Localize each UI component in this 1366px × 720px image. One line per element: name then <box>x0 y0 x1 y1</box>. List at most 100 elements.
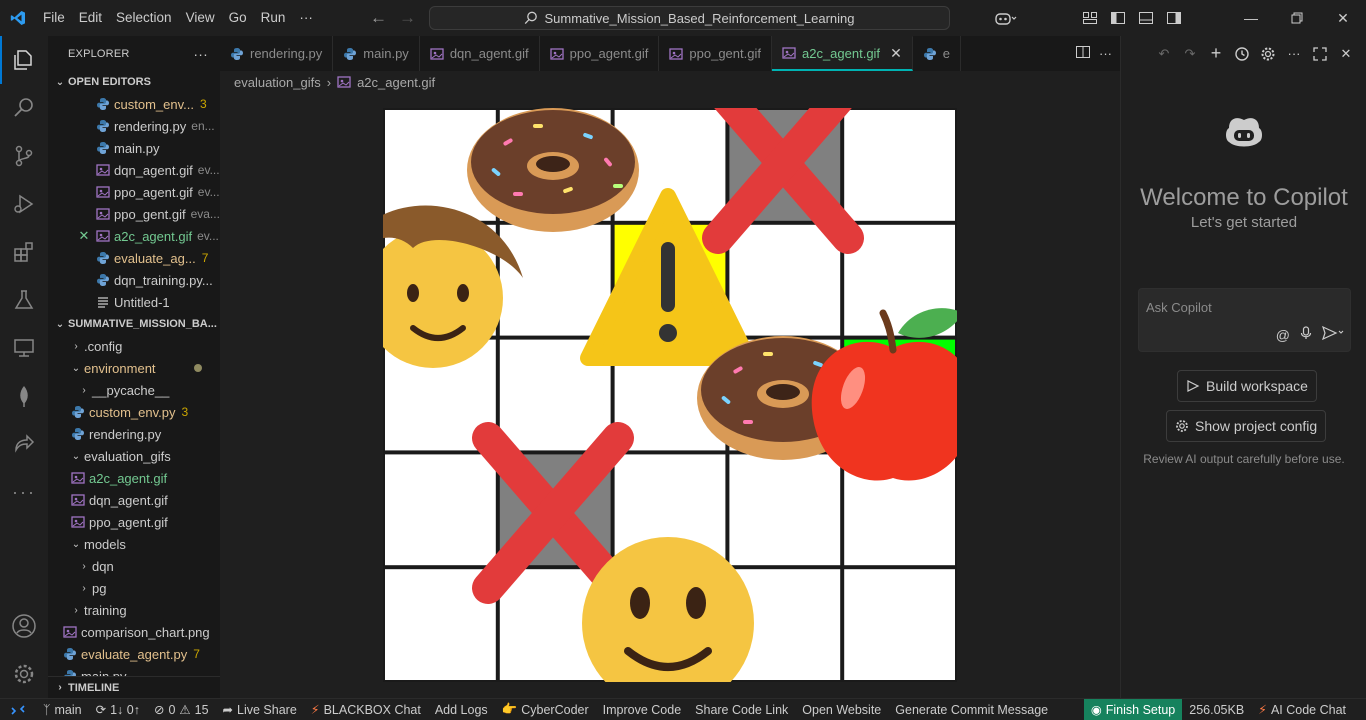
mention-at-icon[interactable]: @ <box>1276 327 1290 343</box>
open-editor-item[interactable]: dqn_agent.gif ev... <box>48 159 220 181</box>
live-share-item[interactable]: ➦ Live Share <box>216 699 304 720</box>
close-tab-icon[interactable]: ✕ <box>890 45 902 62</box>
menu-more[interactable]: ··· <box>292 0 320 36</box>
split-editor-icon[interactable] <box>1075 44 1091 63</box>
explorer-icon[interactable] <box>0 36 48 84</box>
blackbox-chat-item[interactable]: ⚡ BLACKBOX Chat <box>304 699 428 720</box>
testing-flask-icon[interactable] <box>0 276 48 324</box>
file-item[interactable]: comparison_chart.png <box>48 621 220 643</box>
editor-tab[interactable]: ppo_gent.gif <box>659 36 772 71</box>
toggle-secondary-sidebar-icon[interactable] <box>1160 0 1188 36</box>
editor-tab[interactable]: a2c_agent.gif ✕ <box>771 36 913 71</box>
git-branch-item[interactable]: ᛉ main <box>36 699 89 720</box>
send-icon[interactable] <box>1321 325 1344 343</box>
show-project-config-button[interactable]: Show project config <box>1166 410 1327 442</box>
improve-code-item[interactable]: Improve Code <box>596 699 689 720</box>
build-workspace-button[interactable]: Build workspace <box>1177 370 1317 402</box>
project-header[interactable]: ⌄ SUMMATIVE_MISSION_BA... <box>48 313 220 335</box>
menu-run[interactable]: Run <box>254 0 293 36</box>
new-chat-plus-icon[interactable]: + <box>1206 43 1226 64</box>
cybercoder-item[interactable]: 👉 CyberCoder <box>495 699 596 720</box>
open-editor-item[interactable]: custom_env... 3 <box>48 93 220 115</box>
folder-item[interactable]: ⌄ evaluation_gifs <box>48 445 220 467</box>
ask-copilot-input[interactable]: Ask Copilot @ <box>1138 288 1351 352</box>
mongodb-leaf-icon[interactable] <box>0 372 48 420</box>
redo-icon[interactable]: ↷ <box>1180 44 1200 64</box>
open-editor-item[interactable]: main.py <box>48 137 220 159</box>
toggle-sidebar-icon[interactable] <box>1104 0 1132 36</box>
open-editor-item[interactable]: rendering.py en... <box>48 115 220 137</box>
editor-tab[interactable]: rendering.py <box>220 36 334 71</box>
remote-indicator-icon[interactable] <box>0 699 36 720</box>
close-icon[interactable]: ✕ <box>76 228 92 244</box>
sync-item[interactable]: ⟳ 1↓ 0↑ <box>89 699 147 720</box>
editor-tab[interactable]: e <box>913 36 962 71</box>
a2c-agent-gif-preview[interactable] <box>383 108 957 682</box>
open-editor-item[interactable]: dqn_training.py... <box>48 269 220 291</box>
customize-layout-icon[interactable] <box>1076 0 1104 36</box>
breadcrumb-file[interactable]: a2c_agent.gif <box>357 75 435 90</box>
finish-setup-button[interactable]: ◉ Finish Setup <box>1083 698 1183 720</box>
toggle-panel-icon[interactable] <box>1132 0 1160 36</box>
open-editor-item[interactable]: Untitled-1 <box>48 291 220 313</box>
open-website-item[interactable]: Open Website <box>795 699 888 720</box>
file-item[interactable]: rendering.py <box>48 423 220 445</box>
command-center-search[interactable]: Summative_Mission_Based_Reinforcement_Le… <box>429 6 950 30</box>
editor-tab[interactable]: dqn_agent.gif <box>420 36 540 71</box>
live-share-icon[interactable] <box>0 420 48 468</box>
microphone-icon[interactable] <box>1300 326 1312 343</box>
open-editor-item[interactable]: ppo_gent.gif eva... <box>48 203 220 225</box>
editor-tab[interactable]: ppo_agent.gif <box>540 36 660 71</box>
explorer-more-icon[interactable]: ··· <box>193 46 208 62</box>
maximize-icon[interactable] <box>1310 44 1330 64</box>
ai-code-chat-item[interactable]: ⚡ AI Code Chat <box>1251 699 1366 720</box>
open-editor-item[interactable]: ppo_agent.gif ev... <box>48 181 220 203</box>
file-item[interactable]: custom_env.py 3 <box>48 401 220 423</box>
back-arrow-icon[interactable]: ← <box>370 8 387 28</box>
source-control-icon[interactable] <box>0 132 48 180</box>
file-item[interactable]: evaluate_agent.py 7 <box>48 643 220 665</box>
timeline-header[interactable]: › TIMELINE <box>48 676 220 698</box>
more-icon[interactable]: ··· <box>1284 44 1304 64</box>
run-debug-icon[interactable] <box>0 180 48 228</box>
problems-item[interactable]: ⊘ 0 ⚠ 15 <box>147 699 216 720</box>
more-actions-icon[interactable]: ··· <box>1099 46 1112 61</box>
search-icon[interactable] <box>0 84 48 132</box>
open-editors-header[interactable]: ⌄ OPEN EDITORS <box>48 71 220 93</box>
minimize-icon[interactable]: — <box>1228 0 1274 36</box>
folder-item[interactable]: › __pycache__ <box>48 379 220 401</box>
close-icon[interactable]: ✕ <box>1336 44 1356 64</box>
folder-item[interactable]: › training <box>48 599 220 621</box>
remote-explorer-icon[interactable] <box>0 324 48 372</box>
accounts-icon[interactable] <box>0 602 48 650</box>
close-window-icon[interactable]: ✕ <box>1320 0 1366 36</box>
menu-selection[interactable]: Selection <box>109 0 179 36</box>
menu-file[interactable]: File <box>36 0 72 36</box>
share-code-link-item[interactable]: Share Code Link <box>688 699 795 720</box>
folder-item[interactable]: › pg <box>48 577 220 599</box>
file-item[interactable]: dqn_agent.gif <box>48 489 220 511</box>
undo-icon[interactable]: ↶ <box>1154 44 1174 64</box>
forward-arrow-icon[interactable]: → <box>399 8 416 28</box>
folder-item[interactable]: › dqn <box>48 555 220 577</box>
generate-commit-message-item[interactable]: Generate Commit Message <box>888 699 1055 720</box>
history-icon[interactable] <box>1232 44 1252 64</box>
open-editor-item[interactable]: ✕ a2c_agent.gif ev... <box>48 225 220 247</box>
menu-edit[interactable]: Edit <box>72 0 109 36</box>
breadcrumb-folder[interactable]: evaluation_gifs <box>234 75 321 90</box>
file-item[interactable]: a2c_agent.gif <box>48 467 220 489</box>
editor-tab[interactable]: main.py <box>333 36 420 71</box>
more-views-icon[interactable]: ··· <box>0 468 48 516</box>
extensions-icon[interactable] <box>0 228 48 276</box>
open-editor-item[interactable]: evaluate_ag... 7 <box>48 247 220 269</box>
add-logs-item[interactable]: Add Logs <box>428 699 495 720</box>
folder-item[interactable]: ⌄ environment <box>48 357 220 379</box>
folder-item[interactable]: ⌄ models <box>48 533 220 555</box>
folder-item[interactable]: › .config <box>48 335 220 357</box>
copilot-menu-icon[interactable] <box>986 0 1026 36</box>
restore-icon[interactable] <box>1274 0 1320 36</box>
menu-go[interactable]: Go <box>222 0 254 36</box>
menu-view[interactable]: View <box>179 0 222 36</box>
settings-gear-icon[interactable] <box>0 650 48 698</box>
file-item[interactable]: ppo_agent.gif <box>48 511 220 533</box>
